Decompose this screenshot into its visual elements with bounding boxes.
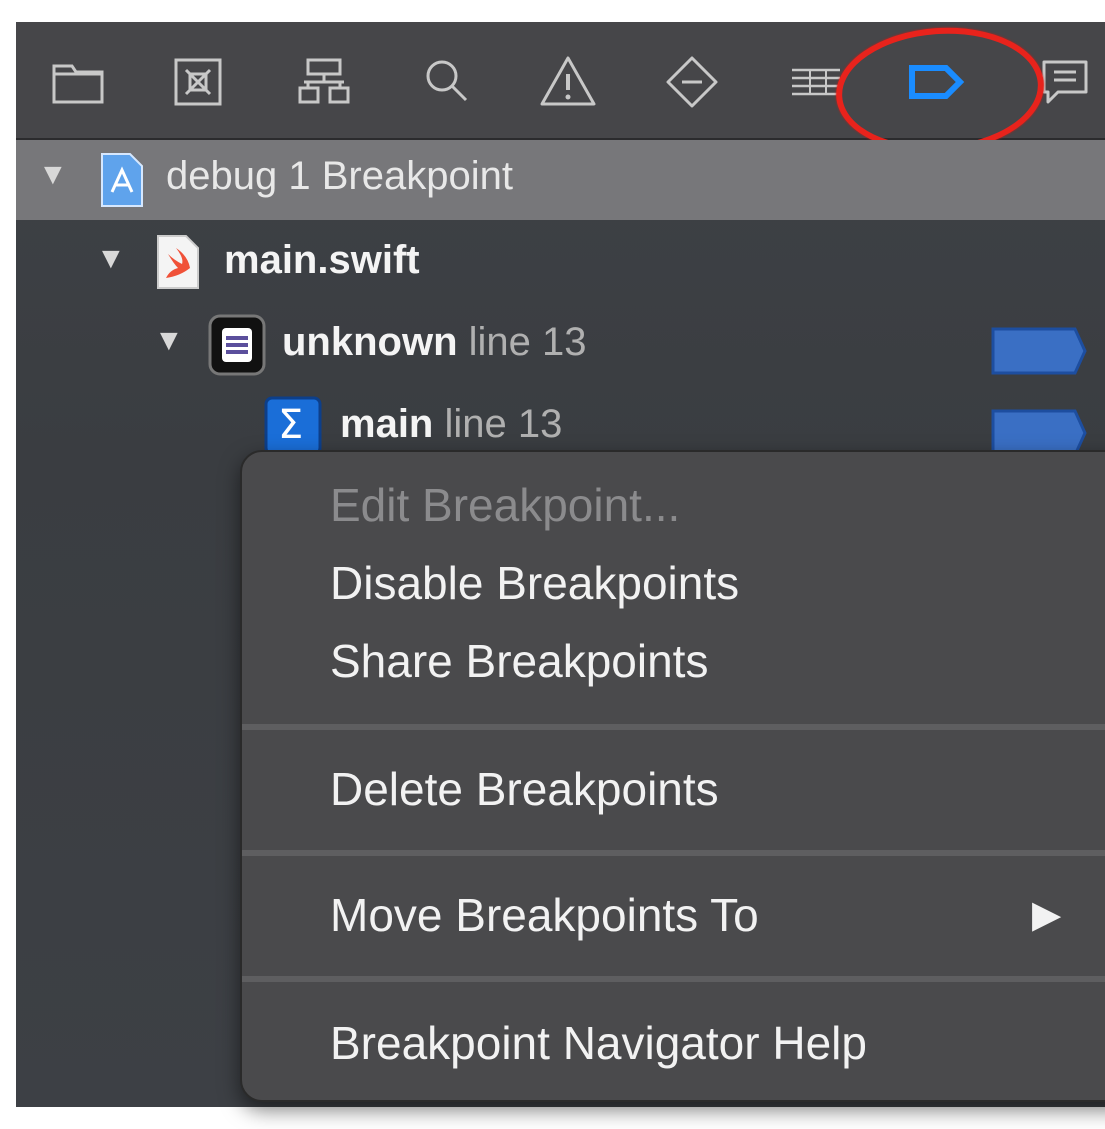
menu-separator <box>242 976 1105 982</box>
frame-detail: line 13 <box>444 402 563 446</box>
test-icon[interactable] <box>662 52 722 112</box>
menu-item-delete-breakpoints[interactable]: Delete Breakpoints <box>330 762 719 816</box>
folder-icon[interactable] <box>48 52 108 112</box>
disclosure-triangle[interactable]: ▼ <box>96 242 126 276</box>
project-detail: 1 Breakpoint <box>288 154 513 198</box>
function-symbol: Σ <box>278 402 304 448</box>
file-label: main.swift <box>224 238 420 283</box>
thread-label: unknown line 13 <box>282 320 587 365</box>
menu-separator <box>242 724 1105 730</box>
annotation-circle <box>831 22 1049 160</box>
swift-file-icon <box>157 235 199 289</box>
file-name: main.swift <box>224 238 420 282</box>
search-icon[interactable] <box>416 52 476 112</box>
project-label: debug 1 Breakpoint <box>166 154 513 199</box>
tree-row-file[interactable]: ▼ main.swift <box>16 224 1105 304</box>
menu-item-edit-breakpoint[interactable]: Edit Breakpoint... <box>330 478 680 532</box>
breakpoint-tag-icon[interactable] <box>991 327 1087 375</box>
disclosure-triangle[interactable]: ▼ <box>38 158 68 192</box>
frame-label: main line 13 <box>340 402 562 447</box>
menu-item-share-breakpoints[interactable]: Share Breakpoints <box>330 634 708 688</box>
menu-item-move-breakpoints-to[interactable]: Move Breakpoints To <box>330 888 759 942</box>
context-menu: Edit Breakpoint... Disable Breakpoints S… <box>240 450 1105 1102</box>
warning-icon[interactable] <box>538 52 598 112</box>
thread-icon <box>208 314 266 376</box>
project-name: debug <box>166 154 278 198</box>
hierarchy-icon[interactable] <box>294 52 354 112</box>
tree-row-project[interactable]: ▼ debug 1 Breakpoint <box>16 140 1105 220</box>
thread-detail: line 13 <box>468 320 587 364</box>
frame-name: main <box>340 402 434 446</box>
submenu-arrow-icon: ▶ <box>1032 894 1062 936</box>
thread-name: unknown <box>282 320 458 364</box>
navigator-toolbar <box>16 22 1105 160</box>
disclosure-triangle[interactable]: ▼ <box>154 324 184 358</box>
menu-separator <box>242 850 1105 856</box>
menu-item-disable-breakpoints[interactable]: Disable Breakpoints <box>330 556 739 610</box>
menu-item-breakpoint-navigator-help[interactable]: Breakpoint Navigator Help <box>330 1016 867 1070</box>
source-control-icon[interactable] <box>168 52 228 112</box>
project-icon <box>101 153 143 207</box>
tree-row-thread[interactable]: ▼ unknown line 13 <box>16 306 1105 386</box>
